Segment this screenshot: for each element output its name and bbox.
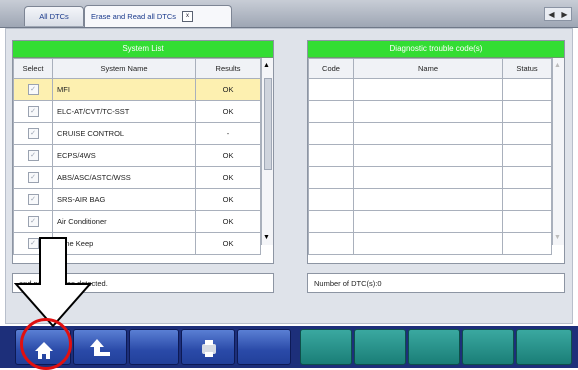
column-header-system-name: System Name — [51, 58, 197, 79]
scrollbar-thumb[interactable] — [264, 78, 273, 170]
column-header-status: Status — [502, 58, 553, 79]
scroll-up-icon[interactable]: ▲ — [554, 62, 561, 69]
back-button[interactable] — [73, 329, 127, 365]
toolbar-button-blank[interactable] — [129, 329, 179, 365]
dtc-list-scrollbar[interactable]: ▲ ▼ — [552, 58, 564, 245]
table-row[interactable]: ✓ SRS-AIR BAG OK — [13, 188, 262, 211]
column-header-select: Select — [13, 58, 53, 79]
toolbar-button-blank[interactable] — [237, 329, 291, 365]
column-header-code: Code — [308, 58, 354, 79]
select-checkbox[interactable]: ✓ — [27, 172, 39, 183]
result-value: OK — [195, 166, 262, 189]
system-name: SRS-AIR BAG — [51, 188, 197, 211]
result-value: OK — [195, 188, 262, 211]
table-row[interactable]: ✓ Air Conditioner OK — [13, 210, 262, 233]
column-header-results: Results — [195, 58, 262, 79]
select-checkbox[interactable]: ✓ — [27, 216, 39, 227]
result-value: OK — [195, 210, 262, 233]
result-value: OK — [195, 100, 262, 123]
system-name: Air Conditioner — [51, 210, 197, 233]
close-icon[interactable]: x — [182, 11, 194, 22]
scroll-down-icon[interactable]: ▼ — [554, 234, 561, 241]
select-checkbox[interactable]: ✓ — [27, 150, 39, 161]
print-icon — [202, 340, 216, 357]
table-row[interactable]: ✓ MFI OK — [13, 78, 262, 101]
scroll-down-icon[interactable]: ▼ — [263, 234, 270, 241]
column-header-name: Name — [352, 58, 504, 79]
system-name: ABS/ASC/ASTC/WSS — [51, 166, 197, 189]
system-name: MFI — [51, 78, 197, 101]
result-value: OK — [195, 78, 262, 101]
table-row — [308, 100, 553, 123]
result-value: OK — [195, 144, 262, 167]
result-value: - — [195, 122, 262, 145]
system-name: ECPS/4WS — [51, 144, 197, 167]
tab-erase-read-all-dtcs[interactable]: Erase and Read all DTCs x — [84, 5, 232, 27]
system-list-title: System List — [13, 41, 273, 58]
table-row — [308, 232, 553, 255]
select-checkbox[interactable]: ✓ — [27, 128, 39, 139]
table-row — [308, 122, 553, 145]
dtc-list-title: Diagnostic trouble code(s) — [308, 41, 564, 58]
toolbar-button-blank[interactable] — [408, 329, 460, 365]
select-checkbox[interactable]: ✓ — [27, 84, 39, 95]
table-row[interactable]: ✓ ELC-AT/CVT/TC-SST OK — [13, 100, 262, 123]
select-checkbox[interactable]: ✓ — [27, 194, 39, 205]
dtc-count: Number of DTC(s):0 — [307, 273, 565, 293]
system-name: CRUISE CONTROL — [51, 122, 197, 145]
dtc-list-panel: Diagnostic trouble code(s) Code Name Sta… — [307, 40, 565, 264]
annotation-circle — [20, 318, 72, 370]
chevron-left-icon[interactable]: ◀ — [548, 10, 554, 19]
table-row — [308, 210, 553, 233]
tab-scroll-arrows: ◀ ▶ — [544, 7, 572, 21]
bottom-toolbar — [0, 326, 578, 368]
table-row[interactable]: ✓ ECPS/4WS OK — [13, 144, 262, 167]
system-list-table: Select System Name Results ✓ MFI OK ✓ EL… — [13, 58, 262, 255]
toolbar-button-blank[interactable] — [300, 329, 352, 365]
select-checkbox[interactable]: ✓ — [27, 106, 39, 117]
table-row — [308, 166, 553, 189]
table-row[interactable]: ✓ CRUISE CONTROL - — [13, 122, 262, 145]
back-icon — [90, 339, 110, 356]
table-row — [308, 144, 553, 167]
tab-label: Erase and Read all DTCs — [91, 12, 177, 21]
toolbar-button-blank[interactable] — [516, 329, 572, 365]
toolbar-button-blank[interactable] — [354, 329, 406, 365]
table-row[interactable]: ✓ ABS/ASC/ASTC/WSS OK — [13, 166, 262, 189]
annotation-arrow — [14, 237, 93, 328]
tab-bar: All DTCs Erase and Read all DTCs x ◀ ▶ — [0, 0, 578, 28]
system-list-scrollbar[interactable]: ▲ ▼ — [261, 58, 273, 245]
dtc-table: Code Name Status — [308, 58, 553, 255]
table-row — [308, 78, 553, 101]
system-list-panel: System List Select System Name Results ✓… — [12, 40, 274, 264]
result-value: OK — [195, 232, 262, 255]
table-row — [308, 188, 553, 211]
print-button[interactable] — [181, 329, 235, 365]
scroll-up-icon[interactable]: ▲ — [263, 62, 270, 69]
chevron-right-icon[interactable]: ▶ — [561, 10, 567, 19]
toolbar-button-blank[interactable] — [462, 329, 514, 365]
system-name: ELC-AT/CVT/TC-SST — [51, 100, 197, 123]
tab-all-dtcs[interactable]: All DTCs — [24, 6, 84, 26]
tab-label: All DTCs — [39, 12, 69, 21]
